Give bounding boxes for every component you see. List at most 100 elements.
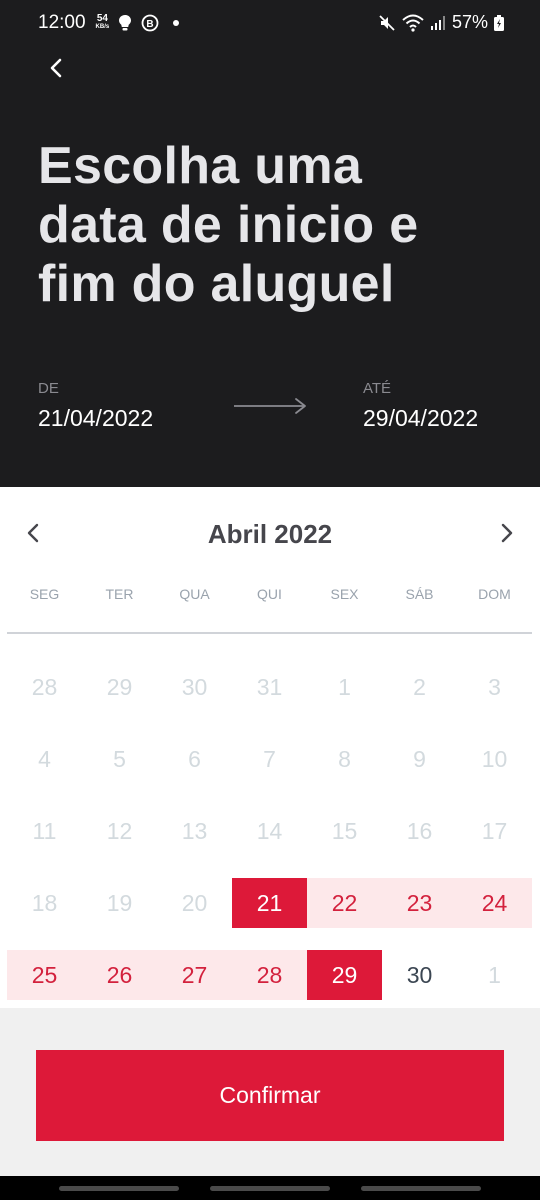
battery-percent: 57% (451, 12, 488, 32)
footer: Confirmar (0, 1008, 540, 1176)
end-date-value: 29/04/2022 (363, 405, 479, 431)
day-number: 13 (181, 817, 208, 844)
day-cell[interactable]: 5 (82, 723, 157, 795)
day-cell[interactable]: 17 (457, 795, 532, 867)
page-title: Escolha uma data de inicio e fim do alug… (38, 137, 419, 313)
day-number: 7 (263, 745, 276, 772)
day-number: 1 (338, 673, 351, 700)
day-number: 12 (106, 817, 133, 844)
day-number: 3 (488, 673, 501, 700)
confirm-button[interactable]: Confirmar (36, 1050, 504, 1141)
day-number: 30 (181, 673, 208, 700)
weekday-label: QUA (179, 586, 210, 602)
day-cell[interactable]: 30 (382, 939, 457, 1011)
day-cell[interactable]: 13 (157, 795, 232, 867)
day-number: 15 (331, 817, 358, 844)
day-cell[interactable]: 31 (232, 651, 307, 723)
day-cell[interactable]: 28 (7, 651, 82, 723)
day-number: 26 (106, 961, 133, 988)
day-cell[interactable]: 22 (307, 867, 382, 939)
day-number: 21 (256, 889, 283, 916)
mute-icon (378, 14, 396, 32)
back-button[interactable] (38, 52, 74, 88)
status-bar: 12:00 54 KB/s B 57% (0, 0, 540, 48)
wifi-icon (402, 14, 424, 32)
day-number: 14 (256, 817, 283, 844)
day-cell[interactable]: 12 (82, 795, 157, 867)
day-cell[interactable]: 29 (307, 939, 382, 1011)
weekday-label: TER (105, 586, 134, 602)
day-cell[interactable]: 15 (307, 795, 382, 867)
day-cell[interactable]: 3 (457, 651, 532, 723)
day-cell[interactable]: 16 (382, 795, 457, 867)
nav-handle (210, 1186, 330, 1191)
day-cell[interactable]: 30 (157, 651, 232, 723)
day-number: 22 (331, 889, 358, 916)
arrow-right-icon (232, 396, 308, 421)
day-number: 24 (481, 889, 508, 916)
nav-handle (361, 1186, 481, 1191)
nav-handle (59, 1186, 179, 1191)
day-cell[interactable]: 26 (82, 939, 157, 1011)
day-cell[interactable]: 6 (157, 723, 232, 795)
calendar-divider (7, 632, 532, 634)
start-date-label: DE (38, 380, 59, 397)
day-cell[interactable]: 4 (7, 723, 82, 795)
day-cell[interactable]: 28 (232, 939, 307, 1011)
next-month-button[interactable] (489, 517, 525, 553)
day-number: 1 (488, 961, 501, 988)
day-cell[interactable]: 24 (457, 867, 532, 939)
day-number: 8 (338, 745, 351, 772)
day-number: 9 (413, 745, 426, 772)
day-number: 30 (406, 961, 433, 988)
signal-icon (430, 15, 446, 31)
day-cell[interactable]: 2 (382, 651, 457, 723)
day-number: 29 (106, 673, 133, 700)
day-cell[interactable]: 25 (7, 939, 82, 1011)
day-number: 11 (32, 817, 57, 844)
day-cell[interactable]: 1 (307, 651, 382, 723)
days-grid: 28 29 30 31 1 2 3 4 5 6 7 8 9 10 11 12 13 14 15 16 17 18 19 20 2… (7, 651, 532, 1011)
day-number: 20 (181, 889, 208, 916)
day-number: 29 (331, 961, 358, 988)
day-number: 18 (31, 889, 58, 916)
day-number: 16 (406, 817, 433, 844)
day-number: 28 (256, 961, 283, 988)
day-number: 2 (413, 673, 426, 700)
chevron-left-icon (49, 57, 63, 84)
day-cell[interactable]: 19 (82, 867, 157, 939)
day-cell[interactable]: 21 (232, 867, 307, 939)
weekday-header: SEG TER QUA QUI SEX SÁB DOM (7, 586, 532, 602)
day-cell[interactable]: 20 (157, 867, 232, 939)
weekday-label: SEG (29, 586, 60, 602)
day-cell[interactable]: 11 (7, 795, 82, 867)
day-cell[interactable]: 29 (82, 651, 157, 723)
day-number: 31 (256, 673, 283, 700)
dot-icon (173, 20, 180, 26)
network-speed-value: 54 (96, 13, 108, 24)
day-cell[interactable]: 9 (382, 723, 457, 795)
day-cell[interactable]: 1 (457, 939, 532, 1011)
day-cell[interactable]: 10 (457, 723, 532, 795)
day-cell[interactable]: 14 (232, 795, 307, 867)
weekday-label: SÁB (405, 586, 434, 602)
day-cell[interactable]: 27 (157, 939, 232, 1011)
day-number: 17 (481, 817, 508, 844)
end-date-label: ATÉ (363, 380, 392, 397)
weekday-label: DOM (478, 586, 511, 602)
day-cell[interactable]: 7 (232, 723, 307, 795)
svg-text:B: B (147, 19, 154, 30)
navigation-bar (0, 1176, 540, 1200)
day-cell[interactable]: 23 (382, 867, 457, 939)
b-circle-icon: B (141, 14, 159, 32)
day-number: 5 (113, 745, 126, 772)
status-time: 12:00 (38, 12, 86, 33)
day-number: 25 (31, 961, 58, 988)
weekday-label: SEX (330, 586, 359, 602)
weekday-label: QUI (257, 586, 282, 602)
day-cell[interactable]: 18 (7, 867, 82, 939)
day-cell[interactable]: 8 (307, 723, 382, 795)
day-number: 4 (38, 745, 51, 772)
lightbulb-icon (119, 15, 132, 31)
day-number: 10 (481, 745, 508, 772)
